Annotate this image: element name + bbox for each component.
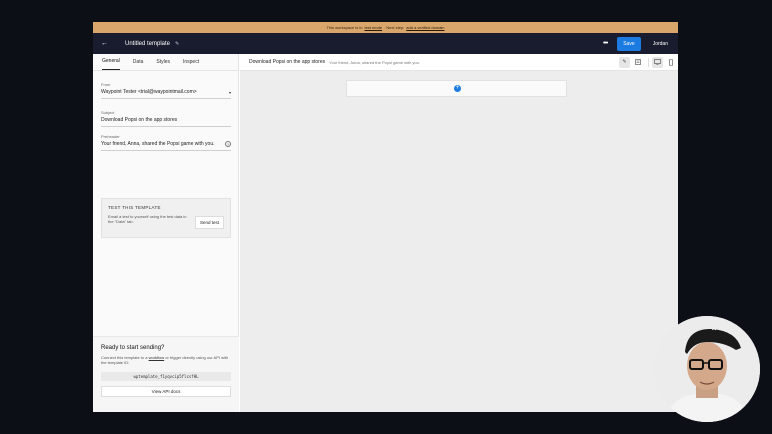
person-avatar — [654, 316, 760, 422]
subject-field: Subject Download Popsi on the app stores — [101, 110, 231, 127]
help-icon[interactable]: ? — [225, 141, 231, 147]
save-button[interactable]: Save — [617, 36, 641, 51]
settings-tabs: General Data Styles Inspect — [93, 54, 238, 71]
template-title[interactable]: Untitled template — [125, 41, 170, 47]
editor-header: Download Popsi on the app stores Your fr… — [240, 54, 678, 71]
pencil-icon[interactable]: ✎ — [619, 56, 630, 68]
banner-middle: . Next step: — [384, 25, 405, 30]
from-select[interactable]: Waypoint Tester <trial@waypointmail.com>… — [101, 87, 231, 99]
more-options-icon[interactable]: ••• — [603, 40, 608, 47]
test-template-title: TEST THIS TEMPLATE — [108, 205, 161, 210]
divider — [648, 57, 649, 67]
banner-mode-link[interactable]: test mode — [364, 25, 382, 30]
mobile-preview-icon[interactable] — [665, 57, 676, 68]
back-arrow-icon[interactable]: ← — [101, 40, 111, 47]
preheader-value: Your friend, Anna, shared the Popsi game… — [101, 141, 215, 147]
verify-domain-link[interactable]: add a verified domain — [406, 25, 444, 30]
email-body-block[interactable]: + — [346, 80, 567, 97]
top-bar: ← Untitled template ✎ ••• Save Jordan — [93, 33, 678, 54]
tab-general[interactable]: General — [102, 58, 120, 70]
ready-to-send-panel: Ready to start sending? Connect this tem… — [93, 336, 239, 412]
chevron-down-icon: ▾ — [228, 89, 231, 95]
settings-panel: General Data Styles Inspect From Waypoin… — [93, 54, 239, 412]
tab-styles[interactable]: Styles — [156, 59, 170, 70]
template-id[interactable]: wptemplate_f1yqvcip5flcsfHL — [101, 372, 231, 381]
ready-description: Connect this template to a workflow or t… — [101, 355, 231, 365]
test-template-card: TEST THIS TEMPLATE Email a test to yours… — [101, 198, 231, 238]
send-test-button[interactable]: Send test — [194, 216, 224, 229]
banner-prefix: This workspace is in — [326, 25, 363, 30]
email-canvas: + — [240, 71, 678, 412]
ready-heading: Ready to start sending? — [101, 345, 165, 351]
preheader-input[interactable]: Your friend, Anna, shared the Popsi game… — [101, 139, 231, 151]
editor-subject: Download Popsi on the app stores — [249, 59, 326, 65]
desktop-preview-icon[interactable] — [652, 56, 663, 68]
user-menu[interactable]: Jordan — [653, 41, 668, 47]
app-window: This workspace is in test mode . Next st… — [93, 22, 678, 412]
test-template-description: Email a test to yourself using the test … — [108, 214, 187, 224]
add-block-icon[interactable]: + — [454, 85, 461, 92]
test-mode-banner: This workspace is in test mode . Next st… — [93, 22, 678, 33]
view-api-docs-button[interactable]: View API docs — [101, 386, 231, 397]
webcam-overlay — [654, 316, 760, 422]
from-value: Waypoint Tester <trial@waypointmail.com> — [101, 89, 197, 95]
editor-preheader: Your friend, Anna, shared the Popsi game… — [329, 59, 420, 65]
preheader-field: Preheader Your friend, Anna, shared the … — [101, 134, 231, 151]
subject-input[interactable]: Download Popsi on the app stores — [101, 115, 231, 127]
workflow-link[interactable]: workflow — [149, 355, 165, 360]
tab-data[interactable]: Data — [133, 59, 144, 70]
from-field: From Waypoint Tester <trial@waypointmail… — [101, 82, 231, 99]
tab-inspect[interactable]: Inspect — [183, 59, 199, 70]
subject-value: Download Popsi on the app stores — [101, 117, 178, 123]
code-view-icon[interactable] — [632, 57, 643, 68]
pencil-icon[interactable]: ✎ — [175, 41, 179, 47]
